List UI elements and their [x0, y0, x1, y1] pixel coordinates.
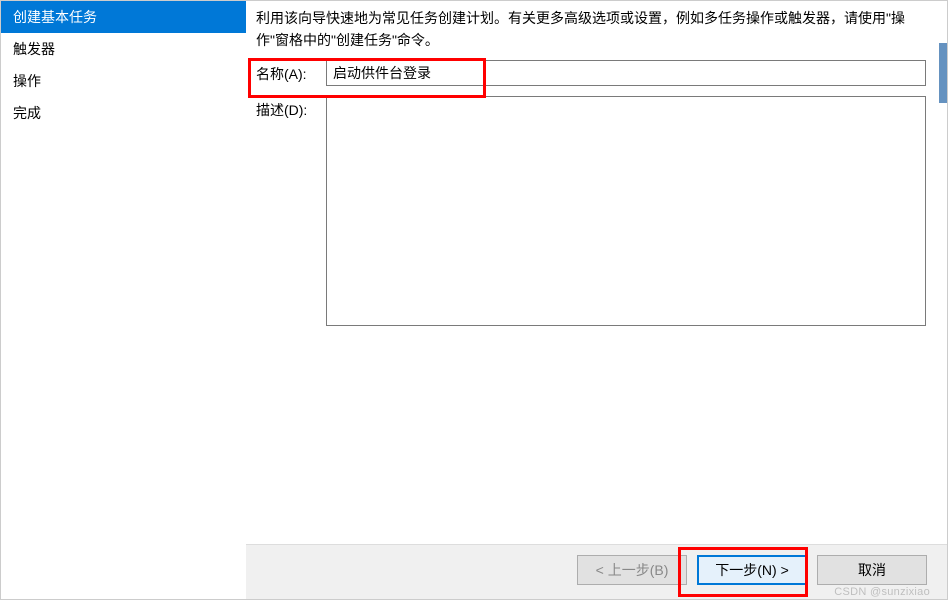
sidebar-item-finish[interactable]: 完成 — [1, 97, 246, 129]
wizard-container: 创建基本任务 触发器 操作 完成 利用该向导快速地为常见任务创建计划。有关更多高… — [0, 0, 948, 600]
name-label: 名称(A): — [256, 60, 326, 84]
sidebar-item-trigger[interactable]: 触发器 — [1, 33, 246, 65]
sidebar-item-create-basic-task[interactable]: 创建基本任务 — [1, 1, 246, 33]
name-input[interactable] — [326, 60, 926, 86]
wizard-content: 利用该向导快速地为常见任务创建计划。有关更多高级选项或设置，例如多任务操作或触发… — [246, 1, 947, 599]
sidebar-item-label: 触发器 — [13, 41, 55, 57]
back-button: < 上一步(B) — [577, 555, 687, 585]
next-button[interactable]: 下一步(N) > — [697, 555, 807, 585]
description-textarea[interactable] — [326, 96, 926, 326]
description-label: 描述(D): — [256, 96, 326, 120]
scrollbar-thumb[interactable] — [939, 43, 947, 103]
wizard-button-row: < 上一步(B) 下一步(N) > 取消 — [246, 544, 947, 599]
cancel-button[interactable]: 取消 — [817, 555, 927, 585]
wizard-main: 利用该向导快速地为常见任务创建计划。有关更多高级选项或设置，例如多任务操作或触发… — [246, 1, 947, 599]
sidebar-item-label: 完成 — [13, 105, 41, 121]
wizard-sidebar: 创建基本任务 触发器 操作 完成 — [1, 1, 246, 599]
sidebar-item-label: 操作 — [13, 73, 41, 89]
description-row: 描述(D): — [256, 96, 927, 326]
sidebar-item-label: 创建基本任务 — [13, 9, 97, 25]
sidebar-item-action[interactable]: 操作 — [1, 65, 246, 97]
intro-text: 利用该向导快速地为常见任务创建计划。有关更多高级选项或设置，例如多任务操作或触发… — [256, 7, 927, 52]
name-row: 名称(A): — [256, 60, 927, 86]
